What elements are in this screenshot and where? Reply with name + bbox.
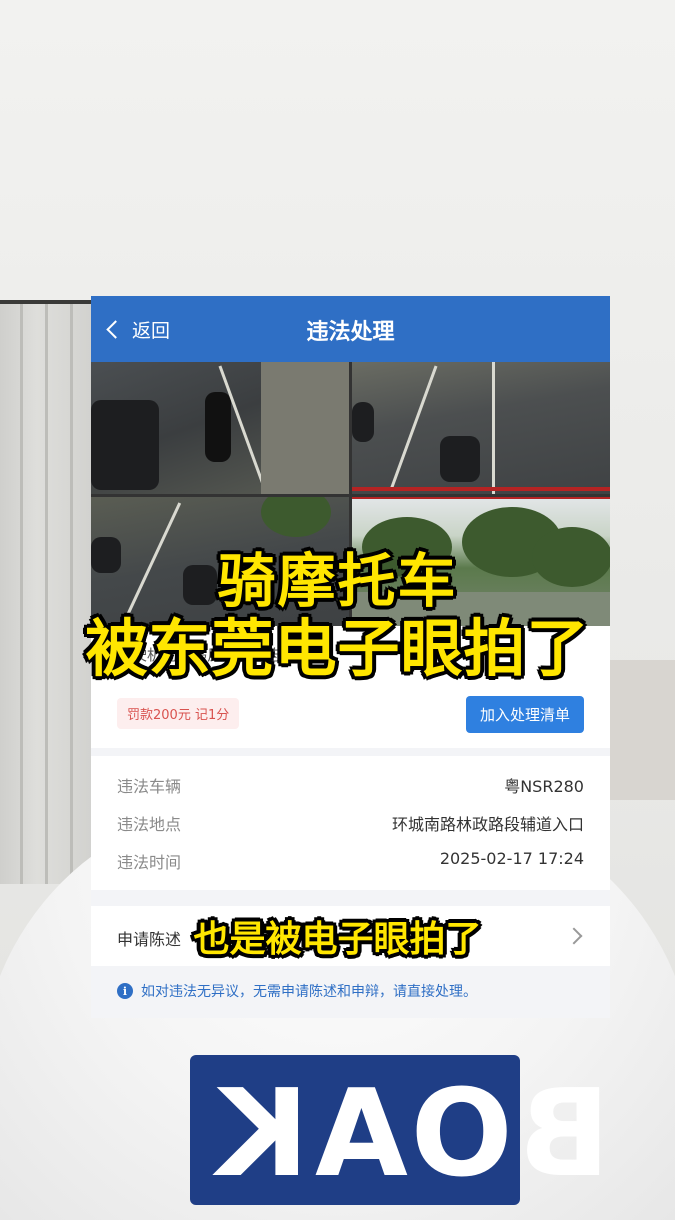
shirt-print: BOAK <box>190 1055 610 1205</box>
add-to-list-button[interactable]: 加入处理清单 <box>465 696 584 733</box>
notice-text: 如对违法无异议，无需申请陈述和申辩，请直接处理。 <box>141 984 477 1000</box>
details-card: 违法车辆 粤NSR280 违法地点 环城南路林政路段辅道入口 违法时间 2025… <box>91 756 610 890</box>
detail-label: 违法时间 <box>117 853 182 872</box>
fine-badge: 罚款200元 记1分 <box>117 698 240 729</box>
detail-row-vehicle: 违法车辆 粤NSR280 <box>117 773 584 797</box>
photo-1[interactable] <box>91 362 349 494</box>
detail-value: 2025-02-17 17:24 <box>439 849 584 868</box>
nav-bar: 返回 违法处理 <box>91 296 610 362</box>
detail-row-time: 违法时间 2025-02-17 17:24 <box>117 849 584 873</box>
caption-line-2: 被东莞电子眼拍了 <box>85 612 590 685</box>
page-title: 违法处理 <box>306 320 395 345</box>
photo-2[interactable] <box>352 362 610 494</box>
detail-label: 违法车辆 <box>117 777 182 796</box>
detail-value: 环城南路林政路段辅道入口 <box>391 815 584 834</box>
info-icon: i <box>117 983 133 999</box>
notice: i 如对违法无异议，无需申请陈述和申辩，请直接处理。 <box>117 981 477 1001</box>
detail-row-location: 违法地点 环城南路林政路段辅道入口 <box>117 811 584 835</box>
detail-value: 粤NSR280 <box>504 777 584 796</box>
caption-line-3: 也是被电子眼拍了 <box>193 919 482 960</box>
detail-label: 违法地点 <box>117 815 182 834</box>
